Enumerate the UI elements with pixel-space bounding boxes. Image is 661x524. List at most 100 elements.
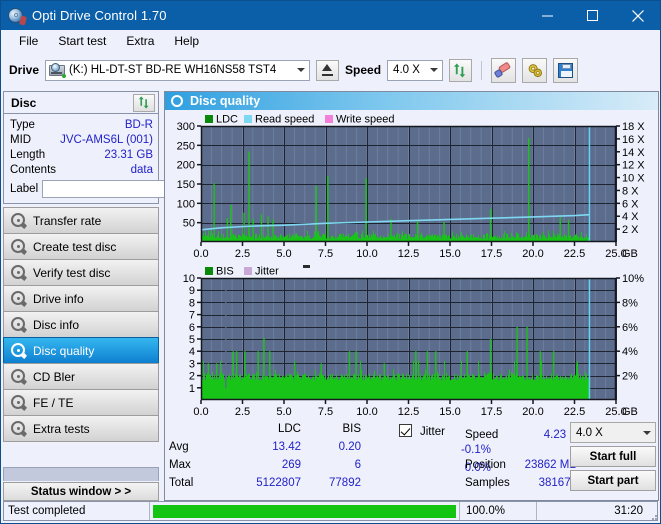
svg-text:300: 300 [177,121,195,133]
menu-bar: File Start test Extra Help [1,30,660,53]
eraser-icon [493,61,512,78]
sidebar-label: Disc quality [33,343,95,358]
svg-text:8: 8 [189,297,195,309]
stats-row-avg: Avg [169,441,189,453]
erase-button[interactable] [491,57,517,83]
refresh-button[interactable] [449,58,473,82]
speed-select-value: 4.0 X [393,64,420,76]
settings-button[interactable] [522,57,548,83]
stats-col-bis: BIS [342,423,361,435]
status-text: Test completed [8,505,86,517]
sidebar-label: CD Bler [33,369,76,384]
svg-text:200: 200 [177,160,195,172]
sidebar-label: Disc info [33,317,80,332]
svg-text:2: 2 [189,371,195,383]
samples-label: Samples [465,477,510,489]
disc-label-row: Label [10,179,246,199]
stats-row-max: Max [169,459,191,471]
start-part-button[interactable]: Start part [570,470,656,491]
sidebar-item-disc-info[interactable]: Disc info [3,311,159,338]
chevron-down-icon [638,423,655,442]
disc-test-icon [11,369,27,385]
status-window-button[interactable]: Status window > > [3,482,159,501]
sidebar-item-create-test-disc[interactable]: Create test disc [3,233,159,260]
svg-text:15.0: 15.0 [439,406,460,418]
svg-text:22.5: 22.5 [564,406,585,418]
svg-text:5: 5 [189,334,195,346]
disc-properties: Type BD-R MID JVC-AMS6L (001) Length 23.… [4,114,246,203]
sidebar-item-verify-test-disc[interactable]: Verify test disc [3,259,159,286]
menu-file[interactable]: File [9,31,48,51]
svg-text:GB: GB [622,406,638,418]
disc-quality-panel: Disc quality LDC Read speed Write speed 50 1… [164,91,659,501]
svg-text:7.5: 7.5 [318,248,333,260]
start-part-label: Start part [587,474,639,487]
test-speed-value: 4.0 X [576,426,603,439]
disc-row-length-value: 23.31 GB [104,148,153,161]
close-button[interactable] [615,1,660,30]
sidebar-nav: Transfer rate Create test disc Verify te… [3,207,159,442]
sidebar-item-extra-tests[interactable]: Extra tests [3,415,159,442]
svg-text:10%: 10% [622,273,644,285]
eject-icon [321,64,334,76]
refresh-icon [453,62,466,78]
svg-text:4%: 4% [622,346,638,358]
svg-text:250: 250 [177,140,195,152]
svg-text:12 X: 12 X [622,160,645,172]
test-speed-select[interactable]: 4.0 X [570,422,656,443]
svg-text:5.0: 5.0 [276,406,291,418]
start-full-button[interactable]: Start full [570,446,656,467]
menu-start-test[interactable]: Start test [48,31,116,51]
disc-row-contents-value: data [130,163,153,176]
ldc-chart: LDC Read speed Write speed 50 100 150 200 250 30… [165,110,658,262]
panel-title: Disc quality [190,94,261,108]
drive-label: Drive [9,63,40,77]
minimize-button[interactable] [525,1,570,30]
maximize-button[interactable] [570,1,615,30]
disc-test-icon [11,291,27,307]
status-bar: Test completed 100.0% 31:20 [3,501,658,521]
svg-text:3: 3 [189,358,195,370]
speed-label: Speed [345,63,382,77]
sidebar-label: FE / TE [33,395,74,410]
disc-row-contents: Contents data [10,162,153,177]
jitter-checkbox[interactable] [399,424,412,437]
disc-label-key: Label [10,183,39,195]
svg-text:0.0: 0.0 [193,406,208,418]
floppy-save-icon [558,62,574,78]
save-button[interactable] [553,57,579,83]
svg-text:14 X: 14 X [622,147,645,159]
speed-select[interactable]: 4.0 X [387,59,444,81]
bis-chart-svg: BIS Jitter 12345678910 2% 4% 6% 8% 10% 0.0 2.5 5.0… [183,265,644,418]
stats-col-ldc: LDC [277,423,301,435]
sidebar-item-cd-bler[interactable]: CD Bler [3,363,159,390]
sidebar-item-fe-te[interactable]: FE / TE [3,389,159,416]
eject-button[interactable] [316,59,340,81]
window-controls [525,1,660,30]
disc-refresh-button[interactable] [133,93,155,112]
disc-test-icon [11,421,27,437]
svg-text:2.5: 2.5 [235,248,250,260]
svg-text:22.5: 22.5 [564,248,585,260]
menu-help[interactable]: Help [164,31,209,51]
drive-select[interactable]: (K:) HL-DT-ST BD-RE WH16NS58 TST4 [45,59,311,81]
disc-test-icon [11,213,27,229]
resize-grip[interactable] [648,511,658,521]
svg-text:9: 9 [189,285,195,297]
jitter-label: Jitter [420,426,445,438]
sidebar-label: Create test disc [33,239,117,254]
sidebar-item-transfer-rate[interactable]: Transfer rate [3,207,159,234]
sidebar-item-disc-quality[interactable]: Disc quality [3,337,159,364]
menu-extra[interactable]: Extra [116,31,164,51]
optical-drive-icon [49,62,67,78]
bis-chart: BIS Jitter 1 2 3 4 5 6 7 8 9 10 2% 4% 6% 8% 10% 0.0 2.5 5.0… [165,262,658,420]
disc-info-panel: Disc Type BD-R MID JVC-AMS6L (001) Lengt… [3,91,246,204]
svg-text:15.0: 15.0 [439,248,460,260]
svg-text:50: 50 [183,218,195,230]
stats-total-bis: 77892 [329,477,361,489]
svg-text:100: 100 [177,198,195,210]
sidebar-item-drive-info[interactable]: Drive info [3,285,159,312]
stats-avg-bis: 0.20 [338,441,361,453]
sidebar-label: Extra tests [33,421,90,436]
svg-text:1: 1 [189,383,195,395]
